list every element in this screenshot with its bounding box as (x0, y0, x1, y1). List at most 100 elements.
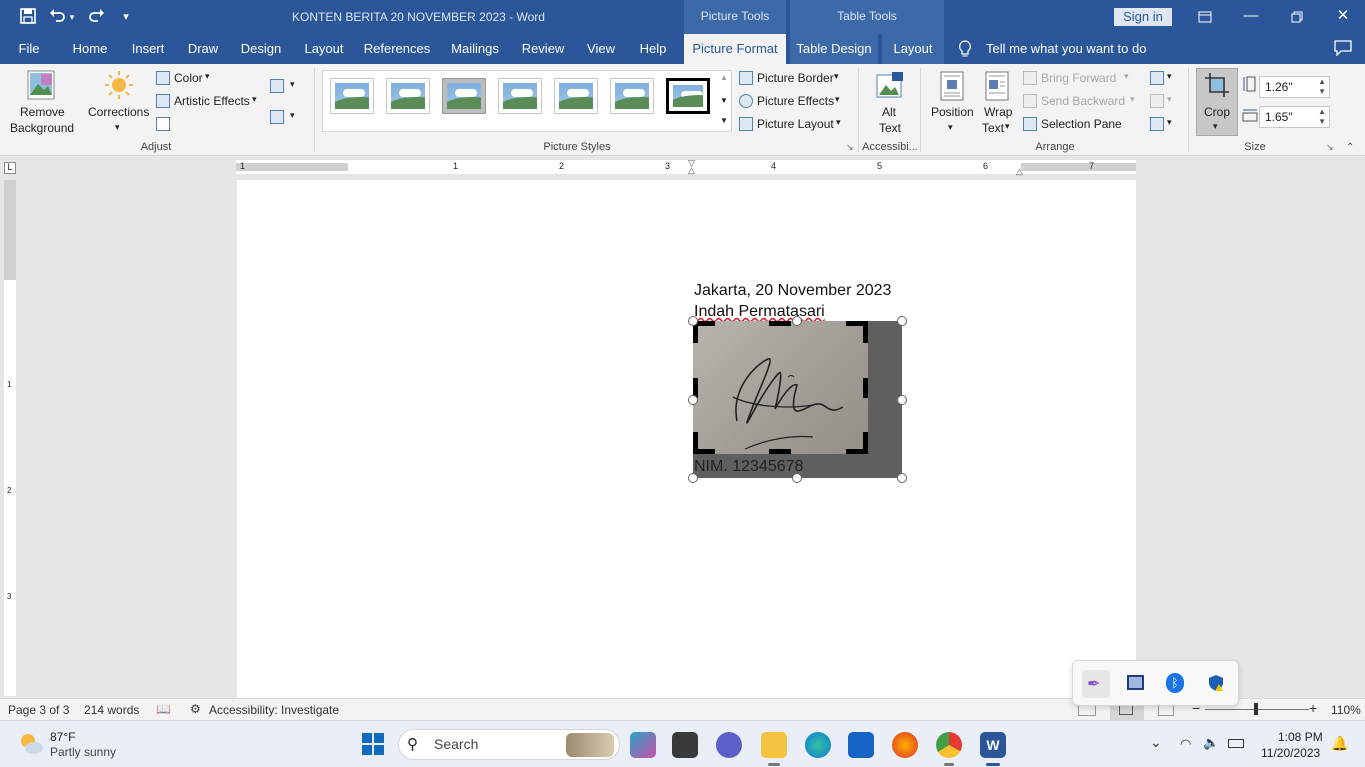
position-icon[interactable] (940, 71, 966, 104)
picture-style-4[interactable] (498, 78, 542, 114)
selection-pane-icon[interactable] (1023, 117, 1037, 131)
color-label[interactable]: Color (174, 71, 203, 85)
zoom-in-icon[interactable]: + (1309, 700, 1317, 716)
color-dropdown-icon[interactable]: ▾ (205, 71, 210, 82)
doc-line-place-date[interactable]: Jakarta, 20 November 2023 (694, 282, 891, 300)
picture-border-label[interactable]: Picture Border (757, 71, 834, 85)
crop-label[interactable]: Crop (1204, 105, 1230, 119)
page-count[interactable]: Page 3 of 3 (8, 703, 69, 717)
tab-design[interactable]: Design (234, 34, 288, 64)
picture-styles-launcher-icon[interactable]: ↘ (846, 142, 854, 153)
file-explorer-icon[interactable] (761, 732, 787, 758)
wrap-text-icon[interactable] (985, 71, 1011, 104)
gallery-more-icon[interactable]: ▼ (720, 116, 728, 125)
corrections-icon[interactable] (104, 70, 134, 103)
weather-temperature[interactable]: 87°F (50, 730, 75, 744)
tray-overflow-icon[interactable]: ⌄ (1150, 734, 1162, 751)
resize-handle-n[interactable] (792, 316, 802, 326)
clock-time[interactable]: 1:08 PM (1278, 730, 1323, 744)
width-spin-icon[interactable]: ▲ ▼ (1318, 107, 1326, 127)
start-icon[interactable] (362, 733, 384, 758)
tab-home[interactable]: Home (64, 34, 116, 64)
selection-pane-label[interactable]: Selection Pane (1041, 117, 1122, 131)
picture-effects-icon[interactable] (739, 94, 753, 108)
gallery-scroll-down-icon[interactable]: ▼ (720, 96, 728, 105)
ribbon-display-icon[interactable] (1182, 0, 1228, 34)
alt-text-icon[interactable] (876, 71, 904, 104)
resize-handle-nw[interactable] (688, 316, 698, 326)
vertical-ruler[interactable]: 1 2 3 (4, 180, 16, 696)
minimize-icon[interactable]: — (1228, 0, 1274, 34)
picture-style-3[interactable] (442, 78, 486, 114)
battery-icon[interactable] (1228, 739, 1244, 748)
corrections-label[interactable]: Corrections (88, 105, 149, 119)
accessibility-status[interactable]: Accessibility: Investigate (209, 703, 339, 717)
weather-icon[interactable] (18, 731, 44, 760)
word-icon[interactable]: W (980, 732, 1006, 758)
send-backward-dropdown-icon[interactable]: ▾ (1130, 94, 1135, 105)
edge-icon[interactable] (805, 732, 831, 758)
customize-qat-icon[interactable]: ▾ (116, 7, 136, 27)
width-input[interactable]: 1.65" ▲ ▼ (1259, 106, 1330, 128)
transparency-icon[interactable] (156, 117, 170, 131)
tab-picture-format[interactable]: Picture Format (684, 34, 786, 64)
resize-handle-ne[interactable] (897, 316, 907, 326)
tab-insert[interactable]: Insert (124, 34, 172, 64)
tab-help[interactable]: Help (632, 34, 674, 64)
position-dropdown-icon[interactable]: ▾ (948, 122, 953, 133)
picture-effects-dropdown-icon[interactable]: ▾ (835, 94, 840, 105)
wrap-text-dropdown-icon[interactable]: ▾ (1005, 121, 1010, 132)
group-dropdown-icon[interactable]: ▾ (1167, 94, 1172, 105)
color-icon[interactable] (156, 71, 170, 85)
resize-handle-e[interactable] (897, 395, 907, 405)
teams-chat-icon[interactable] (716, 732, 742, 758)
tab-table-layout[interactable]: Layout (882, 34, 944, 64)
crop-icon[interactable] (1204, 72, 1230, 101)
picture-style-2[interactable] (386, 78, 430, 114)
task-view-icon[interactable] (672, 732, 698, 758)
tab-table-design[interactable]: Table Design (790, 34, 878, 64)
security-icon[interactable] (1207, 674, 1225, 695)
picture-layout-icon[interactable] (739, 117, 753, 131)
position-label[interactable]: Position (931, 105, 974, 119)
send-backward-label[interactable]: Send Backward (1041, 94, 1125, 108)
display-icon[interactable] (1127, 675, 1144, 690)
resize-handle-sw[interactable] (688, 473, 698, 483)
compress-dropdown-icon[interactable]: ▾ (290, 79, 295, 90)
firefox-icon[interactable] (892, 732, 918, 758)
bring-forward-dropdown-icon[interactable]: ▾ (1124, 71, 1129, 82)
zoom-slider-thumb[interactable] (1254, 703, 1258, 715)
notification-bell-icon[interactable]: 🔔 (1331, 735, 1348, 752)
indent-marker-icon[interactable]: ▽ △ (688, 159, 698, 175)
picture-layout-dropdown-icon[interactable]: ▾ (836, 117, 841, 128)
clock-date[interactable]: 11/20/2023 (1261, 746, 1320, 760)
restore-icon[interactable] (1274, 0, 1320, 34)
wifi-icon[interactable]: ◠ (1180, 736, 1191, 752)
word-count[interactable]: 214 words (84, 703, 139, 717)
picture-layout-label[interactable]: Picture Layout (757, 117, 834, 131)
wrap-text-label-2[interactable]: Text (982, 121, 1004, 135)
alt-text-label-1[interactable]: Alt (882, 105, 896, 119)
remove-background-icon[interactable] (27, 70, 57, 105)
size-launcher-icon[interactable]: ↘ (1326, 142, 1334, 153)
tell-me-box[interactable]: Tell me what you want to do (986, 41, 1146, 56)
artistic-effects-label[interactable]: Artistic Effects (174, 94, 250, 108)
document-page[interactable] (237, 180, 1136, 698)
volume-icon[interactable]: 🔈 (1203, 735, 1219, 751)
close-icon[interactable]: ✕ (1320, 0, 1365, 34)
tab-file[interactable]: File (8, 34, 50, 64)
collapse-ribbon-icon[interactable]: ⌃ (1346, 142, 1354, 153)
accessibility-icon[interactable]: ⚙ (190, 702, 201, 716)
resize-handle-s[interactable] (792, 473, 802, 483)
alt-text-label-2[interactable]: Text (879, 121, 901, 135)
resize-handle-w[interactable] (688, 395, 698, 405)
crop-handles[interactable] (690, 318, 912, 483)
picture-style-7[interactable] (666, 78, 710, 114)
undo-dropdown-icon[interactable]: ▾ (66, 7, 78, 27)
chrome-icon[interactable] (936, 732, 962, 758)
save-icon[interactable] (18, 7, 38, 27)
change-picture-icon[interactable] (270, 110, 284, 124)
proofing-icon[interactable]: 📖 (156, 702, 171, 716)
crop-dropdown-icon[interactable]: ▾ (1213, 121, 1218, 132)
tab-draw[interactable]: Draw (180, 34, 226, 64)
